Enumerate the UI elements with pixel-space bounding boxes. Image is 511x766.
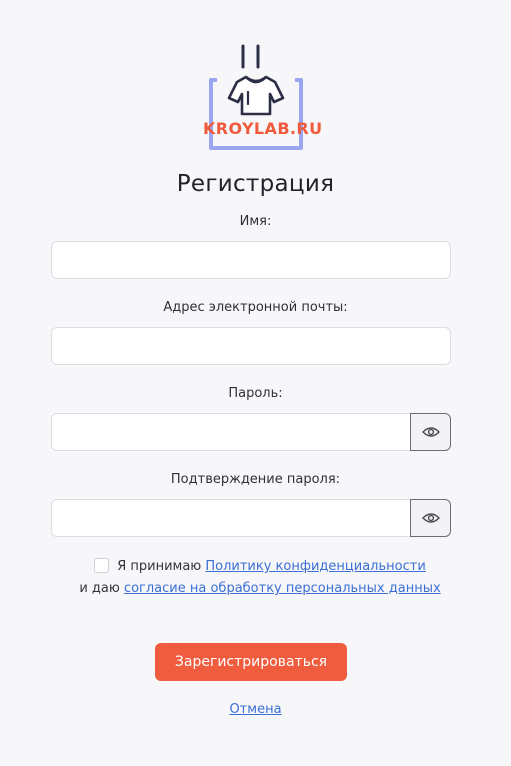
confirm-password-label: Подтверждение пароля:	[170, 472, 341, 487]
email-label: Адрес электронной почты:	[163, 300, 348, 315]
page-title: Регистрация	[176, 171, 335, 197]
eye-icon	[421, 427, 440, 437]
personal-data-consent-link[interactable]: согласие на обработку персональных данны…	[124, 581, 441, 596]
cancel-wrapper: Отмена	[0, 702, 511, 717]
logo-text: KROYLAB.RU	[203, 119, 323, 138]
consent-block: Я принимаю Политику конфиденциальности и…	[60, 556, 460, 600]
privacy-policy-link[interactable]: Политику конфиденциальности	[205, 559, 425, 574]
email-input[interactable]	[51, 327, 451, 365]
kroylab-logo: KROYLAB.RU	[203, 40, 323, 152]
cancel-link[interactable]: Отмена	[229, 702, 281, 717]
register-button[interactable]: Зарегистрироваться	[155, 643, 347, 681]
registration-page: KROYLAB.RU Регистрация Имя: Адрес электр…	[0, 0, 511, 766]
consent-text-middle: и даю	[79, 581, 120, 596]
eye-icon	[421, 513, 440, 523]
name-input[interactable]	[51, 241, 451, 279]
consent-text-prefix: Я принимаю	[117, 559, 202, 574]
confirm-password-input[interactable]	[51, 499, 411, 537]
password-label: Пароль:	[228, 386, 283, 401]
confirm-password-visibility-toggle[interactable]	[410, 499, 451, 537]
consent-checkbox[interactable]	[94, 558, 110, 573]
name-label: Имя:	[239, 214, 272, 229]
password-input[interactable]	[51, 413, 411, 451]
password-visibility-toggle[interactable]	[410, 413, 451, 451]
